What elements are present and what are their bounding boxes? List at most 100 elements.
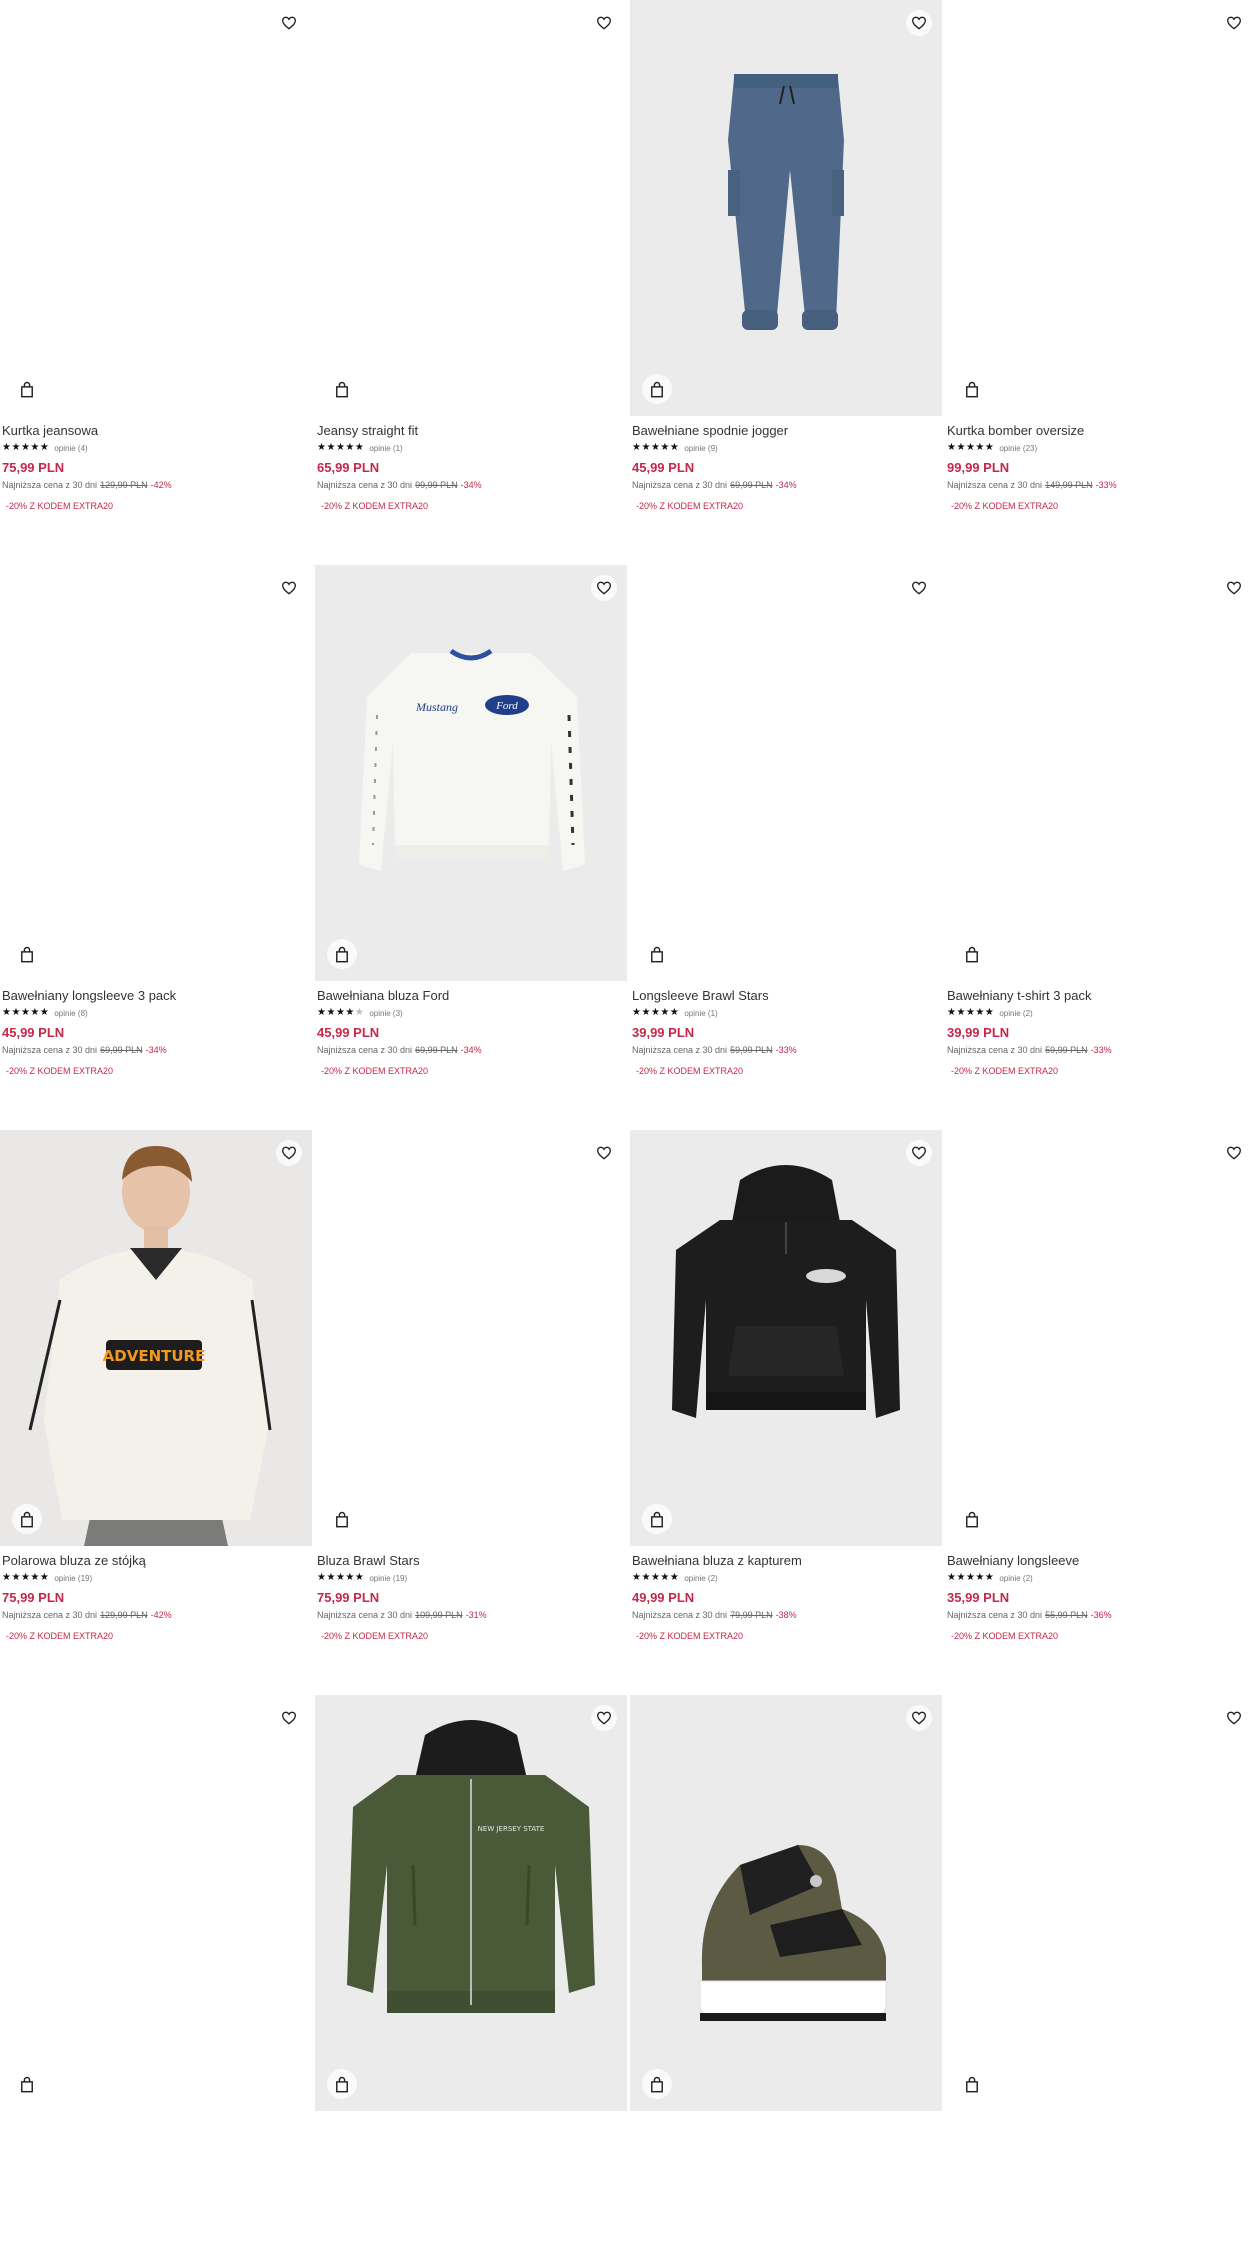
- add-to-cart-bag-icon[interactable]: [12, 374, 42, 404]
- product-name[interactable]: Bawełniane spodnie jogger: [632, 423, 940, 439]
- product-image[interactable]: [945, 1130, 1250, 1546]
- add-to-cart-bag-icon[interactable]: [957, 2069, 987, 2099]
- wishlist-heart-icon[interactable]: [591, 10, 617, 36]
- review-count[interactable]: opinie (2): [999, 1574, 1032, 1583]
- product-name[interactable]: Bawełniana bluza z kapturem: [632, 1553, 940, 1569]
- product-card[interactable]: Bawełniany longsleeve 3 pack ★★★★★ opini…: [0, 565, 312, 1130]
- product-card[interactable]: ADVENTURE Polarowa bluza ze stójką ★★★★★…: [0, 1130, 312, 1695]
- review-count[interactable]: opinie (23): [999, 444, 1037, 453]
- add-to-cart-bag-icon[interactable]: [642, 2069, 672, 2099]
- product-name[interactable]: Longsleeve Brawl Stars: [632, 988, 940, 1004]
- product-card[interactable]: Jeansy straight fit ★★★★★ opinie (1) 65,…: [315, 0, 627, 565]
- add-to-cart-bag-icon[interactable]: [642, 1504, 672, 1534]
- product-name[interactable]: Bawełniany t-shirt 3 pack: [947, 988, 1250, 1004]
- product-card[interactable]: NEW JERSEY STATE: [315, 1695, 627, 2260]
- product-image[interactable]: [630, 1695, 942, 2111]
- wishlist-heart-icon[interactable]: [276, 1140, 302, 1166]
- add-to-cart-bag-icon[interactable]: [12, 1504, 42, 1534]
- product-image[interactable]: [630, 1130, 942, 1546]
- wishlist-heart-icon[interactable]: [1221, 1140, 1247, 1166]
- product-image[interactable]: [0, 1695, 312, 2111]
- wishlist-heart-icon[interactable]: [906, 575, 932, 601]
- product-card[interactable]: Kurtka jeansowa ★★★★★ opinie (4) 75,99 P…: [0, 0, 312, 565]
- product-name[interactable]: Jeansy straight fit: [317, 423, 625, 439]
- product-name[interactable]: Kurtka bomber oversize: [947, 423, 1250, 439]
- product-image[interactable]: ADVENTURE: [0, 1130, 312, 1546]
- add-to-cart-bag-icon[interactable]: [327, 939, 357, 969]
- product-image[interactable]: NEW JERSEY STATE: [315, 1695, 627, 2111]
- product-name[interactable]: Kurtka jeansowa: [2, 423, 310, 439]
- wishlist-heart-icon[interactable]: [1221, 1705, 1247, 1731]
- lowest-price-info: Najniższa cena z 30 dni 59,99 PLN -33%: [947, 1044, 1250, 1056]
- add-to-cart-bag-icon[interactable]: [12, 939, 42, 969]
- product-card[interactable]: Bluza Brawl Stars ★★★★★ opinie (19) 75,9…: [315, 1130, 627, 1695]
- add-to-cart-bag-icon[interactable]: [957, 939, 987, 969]
- product-card[interactable]: Ford Mustang Bawełniana bluza Ford ★★★★★…: [315, 565, 627, 1130]
- lowest-price-info: Najniższa cena z 30 dni 129,99 PLN -42%: [2, 479, 310, 491]
- product-image[interactable]: [630, 0, 942, 416]
- wishlist-heart-icon[interactable]: [276, 1705, 302, 1731]
- product-name[interactable]: Bawełniany longsleeve: [947, 1553, 1250, 1569]
- product-card[interactable]: [630, 1695, 942, 2260]
- product-name[interactable]: Bluza Brawl Stars: [317, 1553, 625, 1569]
- wishlist-heart-icon[interactable]: [591, 575, 617, 601]
- old-price: 59,99 PLN: [1045, 1045, 1088, 1055]
- wishlist-heart-icon[interactable]: [1221, 10, 1247, 36]
- sale-price: 65,99 PLN: [317, 460, 380, 475]
- wishlist-heart-icon[interactable]: [1221, 575, 1247, 601]
- bomber-print-text: NEW JERSEY STATE: [478, 1825, 545, 1833]
- product-photo: [699, 1845, 887, 2021]
- product-image[interactable]: [315, 1130, 627, 1546]
- wishlist-heart-icon[interactable]: [276, 575, 302, 601]
- product-card[interactable]: Bawełniany t-shirt 3 pack ★★★★★ opinie (…: [945, 565, 1250, 1130]
- product-card[interactable]: [0, 1695, 312, 2260]
- wishlist-heart-icon[interactable]: [276, 10, 302, 36]
- product-image[interactable]: [630, 565, 942, 981]
- review-count[interactable]: opinie (19): [369, 1574, 407, 1583]
- discount-percent: -36%: [1090, 1610, 1112, 1620]
- review-count[interactable]: opinie (3): [369, 1009, 402, 1018]
- product-info: Bluza Brawl Stars ★★★★★ opinie (19) 75,9…: [315, 1546, 627, 1642]
- discount-percent: -34%: [145, 1045, 167, 1055]
- add-to-cart-bag-icon[interactable]: [642, 939, 672, 969]
- rating-stars: ★★★★★: [947, 1007, 995, 1018]
- review-count[interactable]: opinie (1): [369, 444, 402, 453]
- add-to-cart-bag-icon[interactable]: [327, 374, 357, 404]
- product-name[interactable]: Bawełniany longsleeve 3 pack: [2, 988, 310, 1004]
- review-count[interactable]: opinie (8): [54, 1009, 87, 1018]
- product-card[interactable]: Bawełniana bluza z kapturem ★★★★★ opinie…: [630, 1130, 942, 1695]
- wishlist-heart-icon[interactable]: [906, 1140, 932, 1166]
- review-count[interactable]: opinie (4): [54, 444, 87, 453]
- wishlist-heart-icon[interactable]: [906, 10, 932, 36]
- wishlist-heart-icon[interactable]: [591, 1140, 617, 1166]
- wishlist-heart-icon[interactable]: [906, 1705, 932, 1731]
- product-image[interactable]: [945, 1695, 1250, 2111]
- wishlist-heart-icon[interactable]: [591, 1705, 617, 1731]
- product-rating: ★★★★★ opinie (2): [947, 1007, 1250, 1019]
- product-card[interactable]: Kurtka bomber oversize ★★★★★ opinie (23)…: [945, 0, 1250, 565]
- product-image[interactable]: [0, 0, 312, 416]
- product-image[interactable]: [0, 565, 312, 981]
- product-image[interactable]: Ford Mustang: [315, 565, 627, 981]
- review-count[interactable]: opinie (9): [684, 444, 717, 453]
- add-to-cart-bag-icon[interactable]: [957, 374, 987, 404]
- review-count[interactable]: opinie (19): [54, 1574, 92, 1583]
- product-name[interactable]: Polarowa bluza ze stójką: [2, 1553, 310, 1569]
- rating-stars: ★★★★★: [947, 1572, 995, 1583]
- product-card[interactable]: Bawełniane spodnie jogger ★★★★★ opinie (…: [630, 0, 942, 565]
- product-card[interactable]: Longsleeve Brawl Stars ★★★★★ opinie (1) …: [630, 565, 942, 1130]
- add-to-cart-bag-icon[interactable]: [327, 1504, 357, 1534]
- product-name[interactable]: Bawełniana bluza Ford: [317, 988, 625, 1004]
- review-count[interactable]: opinie (2): [684, 1574, 717, 1583]
- add-to-cart-bag-icon[interactable]: [12, 2069, 42, 2099]
- add-to-cart-bag-icon[interactable]: [642, 374, 672, 404]
- review-count[interactable]: opinie (2): [999, 1009, 1032, 1018]
- product-image[interactable]: [945, 565, 1250, 981]
- product-image[interactable]: [945, 0, 1250, 416]
- add-to-cart-bag-icon[interactable]: [327, 2069, 357, 2099]
- product-card[interactable]: [945, 1695, 1250, 2260]
- add-to-cart-bag-icon[interactable]: [957, 1504, 987, 1534]
- product-image[interactable]: [315, 0, 627, 416]
- product-card[interactable]: Bawełniany longsleeve ★★★★★ opinie (2) 3…: [945, 1130, 1250, 1695]
- review-count[interactable]: opinie (1): [684, 1009, 717, 1018]
